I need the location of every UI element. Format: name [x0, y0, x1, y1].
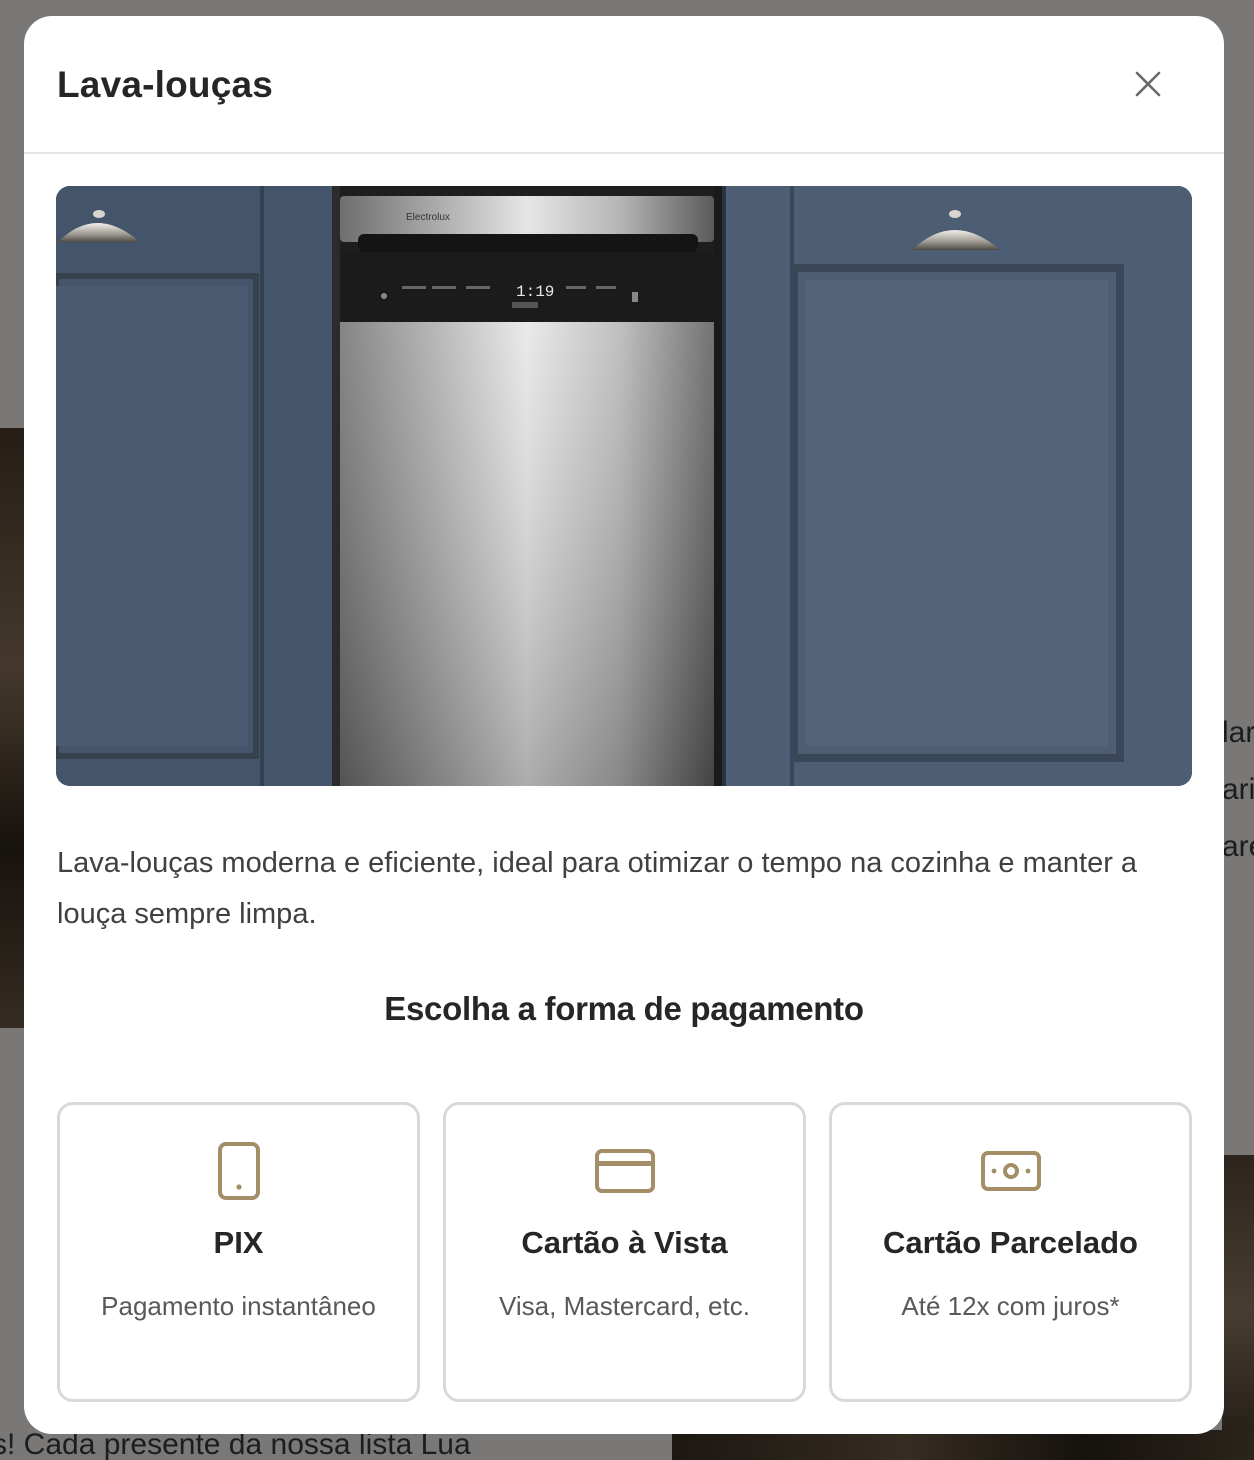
product-description: Lava-louças moderna e eficiente, ideal p… — [57, 847, 1138, 930]
payment-option-card-installments[interactable]: Cartão Parcelado Até 12x com juros* — [829, 1102, 1192, 1402]
phone-icon — [60, 1139, 417, 1203]
display-readout: 1:19 — [516, 283, 554, 301]
close-button[interactable] — [1130, 66, 1166, 102]
brand-label: Electrolux — [406, 212, 450, 223]
payment-option-title: Cartão à Vista — [521, 1225, 728, 1260]
payment-option-subtitle: Até 12x com juros* — [901, 1291, 1120, 1321]
modal-title: Lava-louças — [57, 64, 274, 105]
product-image: Electrolux 1:19 — [56, 186, 1192, 786]
payment-option-subtitle: Visa, Mastercard, etc. — [499, 1291, 750, 1321]
product-modal: Lava-louças Electrolux 1:19 Lava-louças … — [24, 16, 1224, 1434]
credit-card-icon — [446, 1139, 803, 1203]
payment-option-subtitle: Pagamento instantâneo — [101, 1291, 376, 1321]
payment-option-title: Cartão Parcelado — [883, 1225, 1138, 1260]
payment-option-card-cash[interactable]: Cartão à Vista Visa, Mastercard, etc. — [443, 1102, 806, 1402]
payment-heading: Escolha a forma de pagamento — [384, 990, 864, 1027]
cash-icon — [832, 1139, 1189, 1203]
dishwasher-illustration: Electrolux 1:19 — [56, 186, 1192, 786]
payment-option-title: PIX — [213, 1225, 264, 1260]
close-icon — [1135, 71, 1161, 97]
modal-header: Lava-louças — [24, 16, 1224, 154]
payment-option-pix[interactable]: PIX Pagamento instantâneo — [57, 1102, 420, 1402]
